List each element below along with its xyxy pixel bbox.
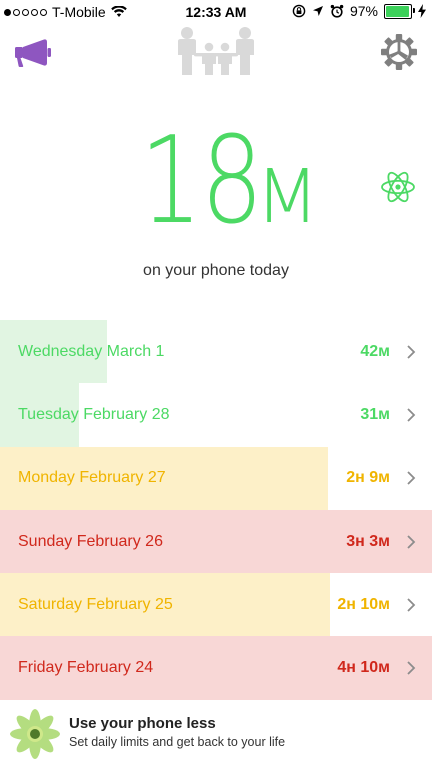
- today-total-value: 18: [139, 112, 263, 251]
- battery-level: [386, 5, 410, 17]
- status-right: 97%: [292, 3, 426, 19]
- day-row[interactable]: Tuesday February 28 31м: [0, 383, 432, 447]
- day-row[interactable]: Wednesday March 1 42м: [0, 320, 432, 384]
- chevron-right-icon: [407, 534, 416, 549]
- daily-usage-list: Wednesday March 1 42м Tuesday February 2…: [0, 320, 432, 700]
- day-label: Wednesday March 1: [18, 342, 165, 360]
- day-row[interactable]: Sunday February 26 3н 3м: [0, 509, 432, 574]
- day-label: Sunday February 26: [18, 532, 163, 550]
- chevron-right-icon: [407, 345, 416, 359]
- day-row[interactable]: Saturday February 25 2н 10м: [0, 573, 432, 637]
- gear-icon[interactable]: [380, 33, 418, 71]
- lotus-icon: [10, 709, 60, 759]
- family-icon: [178, 27, 254, 75]
- day-label: Saturday February 25: [18, 595, 173, 613]
- day-usage-value: 31м: [360, 405, 390, 423]
- chevron-right-icon: [407, 408, 416, 422]
- megaphone-icon[interactable]: [14, 38, 52, 68]
- day-row[interactable]: Monday February 27 2н 9м: [0, 446, 432, 510]
- day-usage-value: 2н 10м: [337, 595, 390, 613]
- status-bar: T-Mobile 12:33 AM 97%: [0, 0, 432, 26]
- orientation-lock-icon: [292, 4, 306, 18]
- today-total-unit: M: [255, 154, 320, 240]
- day-usage-value: 4н 10м: [337, 659, 390, 677]
- promo-banner[interactable]: Use your phone less Set daily limits and…: [0, 700, 432, 769]
- location-arrow-icon: [312, 6, 323, 16]
- day-label: Friday February 24: [18, 659, 154, 677]
- charging-bolt-icon: [418, 4, 426, 18]
- battery-percent: 97%: [349, 3, 378, 19]
- promo-title: Use your phone less: [69, 715, 216, 732]
- today-total: 18M: [0, 122, 432, 242]
- today-caption: on your phone today: [143, 262, 289, 279]
- chevron-right-icon: [407, 471, 416, 485]
- day-label: Tuesday February 28: [18, 405, 170, 423]
- promo-subtitle: Set daily limits and get back to your li…: [69, 735, 286, 749]
- day-row[interactable]: Friday February 24 4н 10м: [0, 636, 432, 700]
- day-usage-value: 2н 9м: [346, 469, 390, 487]
- chevron-right-icon: [407, 661, 416, 675]
- day-usage-value: 42м: [360, 342, 390, 360]
- alarm-clock-icon: [330, 4, 344, 18]
- day-label: Monday February 27: [18, 469, 166, 487]
- day-usage-value: 3н 3м: [346, 532, 390, 550]
- chevron-right-icon: [407, 598, 416, 612]
- atom-icon[interactable]: [379, 168, 417, 206]
- battery-icon: [384, 3, 415, 19]
- screen: T-Mobile 12:33 AM 97% 18M on your phone …: [0, 0, 432, 769]
